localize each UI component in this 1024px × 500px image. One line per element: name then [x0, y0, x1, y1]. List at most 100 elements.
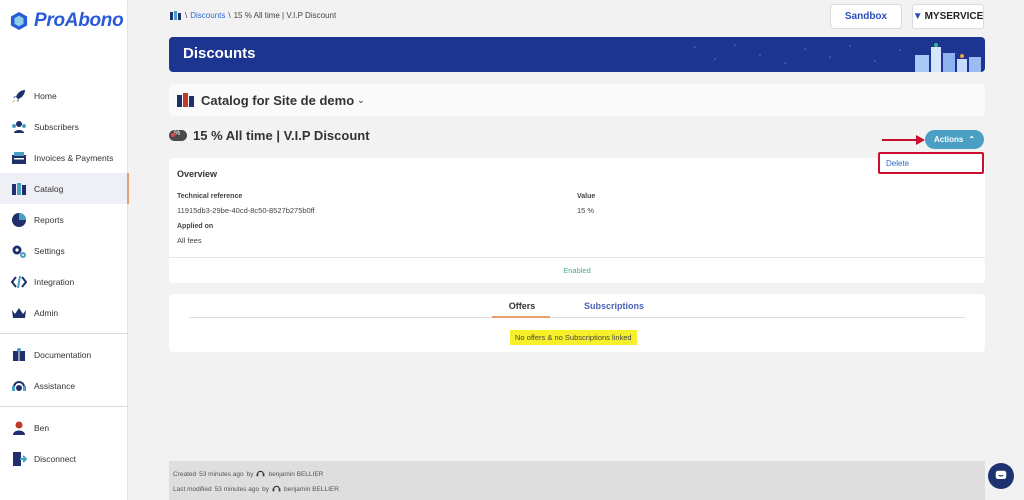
chat-button[interactable]: [988, 463, 1014, 489]
headset-icon: [256, 469, 265, 480]
breadcrumb-link-discounts[interactable]: Discounts: [190, 11, 225, 20]
service-switcher[interactable]: ▼ MYSERVICE: [912, 4, 984, 29]
overview-title: Overview: [177, 169, 218, 179]
logout-icon: [10, 450, 27, 467]
logo-icon: [10, 12, 28, 30]
actions-button[interactable]: Actions ⌃: [925, 130, 984, 149]
sidebar-item-label: Subscribers: [34, 121, 79, 132]
sidebar-item-reports[interactable]: Reports: [0, 204, 128, 235]
catalog-icon: [170, 11, 181, 20]
annotation-arrow: [882, 139, 920, 141]
headset-icon: [272, 484, 281, 495]
service-name: MYSERVICE: [924, 11, 984, 22]
created-info: Created 53 minutes ago by benjamin BELLI…: [173, 469, 323, 480]
page-banner: Discounts: [169, 37, 985, 72]
delete-menu-item[interactable]: Delete: [878, 152, 984, 174]
empty-state-message: No offers & no Subscriptions linked: [510, 330, 637, 345]
created-label: Created: [173, 471, 197, 478]
sidebar-item-settings[interactable]: Settings: [0, 235, 128, 266]
sidebar-item-disconnect[interactable]: Disconnect: [0, 443, 128, 474]
sidebar-item-label: Reports: [34, 214, 64, 225]
sandbox-button[interactable]: Sandbox: [830, 4, 902, 29]
created-author: benjamin BELLIER: [268, 471, 324, 478]
users-icon: [10, 118, 27, 135]
modified-author: benjamin BELLIER: [284, 486, 339, 493]
catalog-icon: [177, 93, 194, 107]
sidebar-item-label: Admin: [34, 307, 59, 318]
discount-tag-symbol: %: [174, 130, 181, 137]
sidebar-item-label: Invoices & Payments: [34, 152, 114, 163]
sidebar-item-admin[interactable]: Admin: [0, 297, 128, 328]
technical-reference-label: Technical reference: [177, 193, 243, 200]
discount-tag-icon: %: [169, 130, 187, 141]
sidebar-item-integration[interactable]: Integration: [0, 266, 128, 297]
created-time: 53 minutes ago: [199, 471, 244, 478]
sidebar-item-user[interactable]: Ben: [0, 412, 128, 443]
sidebar-item-assistance[interactable]: Assistance: [0, 370, 128, 401]
breadcrumb: \ Discounts \ 15 % All time | V.I.P Disc…: [170, 11, 336, 20]
invoices-icon: [10, 149, 27, 166]
overview-divider: [169, 257, 985, 258]
tab-offers[interactable]: Offers: [494, 301, 550, 311]
audit-footer: Created 53 minutes ago by benjamin BELLI…: [169, 461, 985, 500]
overview-card: Overview Technical reference 11915db3-29…: [169, 158, 985, 283]
discount-title: 15 % All time | V.I.P Discount: [193, 128, 370, 143]
app-logo[interactable]: ProAbono: [10, 10, 124, 32]
applied-on-value: All fees: [177, 236, 202, 245]
active-tab-indicator: [492, 316, 550, 318]
applied-on-label: Applied on: [177, 223, 214, 230]
page-title: Discounts: [183, 45, 256, 62]
modified-info: Last modified 53 minutes ago by benjamin…: [173, 484, 339, 495]
headset-icon: [10, 377, 27, 394]
sidebar-item-label: Home: [34, 90, 57, 101]
sidebar-item-label: Catalog: [34, 183, 64, 194]
sidebar-item-label: Assistance: [34, 380, 76, 391]
catalog-icon: [10, 180, 27, 197]
sidebar-item-documentation[interactable]: Documentation: [0, 339, 128, 370]
code-icon: [10, 273, 27, 290]
by-label: by: [262, 486, 269, 493]
chat-icon: [995, 470, 1007, 479]
sidebar-item-label: Integration: [34, 276, 75, 287]
breadcrumb-current: 15 % All time | V.I.P Discount: [233, 11, 337, 20]
user-icon: [10, 419, 27, 436]
catalog-selector[interactable]: Catalog for Site de demo ⌄: [169, 84, 985, 116]
modified-label: Last modified: [173, 486, 212, 493]
sidebar-item-label: Settings: [34, 245, 65, 256]
breadcrumb-separator: \: [228, 11, 231, 20]
banner-illustration-icon: [694, 43, 981, 72]
technical-reference-value: 11915db3-29be-40cd-8c50-8527b275b0ff: [177, 206, 315, 215]
discount-header: % 15 % All time | V.I.P Discount: [169, 128, 370, 143]
sidebar-divider: [0, 333, 128, 334]
chevron-down-icon: ⌄: [357, 94, 365, 105]
crown-icon: [10, 304, 27, 321]
actions-label: Actions: [933, 135, 964, 144]
discount-value: 15 %: [577, 206, 595, 215]
sidebar-item-catalog[interactable]: Catalog: [0, 173, 129, 204]
sidebar-item-label: Documentation: [34, 349, 92, 360]
links-card: Offers Subscriptions No offers & no Subs…: [169, 294, 985, 352]
sidebar-item-subscribers[interactable]: Subscribers: [0, 111, 128, 142]
annotation-arrow-head: [916, 135, 925, 145]
sidebar: ProAbono Home Subscribers Invoices & Pay…: [0, 0, 129, 500]
sidebar-item-invoices[interactable]: Invoices & Payments: [0, 142, 128, 173]
tabs-divider: [189, 317, 965, 318]
by-label: by: [246, 471, 254, 478]
sidebar-item-label: Disconnect: [34, 453, 77, 464]
sidebar-nav: Home Subscribers Invoices & Payments Cat…: [0, 80, 129, 474]
chevron-up-icon: ⌃: [968, 135, 976, 144]
catalog-title: Catalog for Site de demo: [201, 92, 355, 108]
book-icon: [10, 346, 27, 363]
sidebar-item-label: Ben: [34, 422, 50, 433]
value-label: Value: [577, 193, 596, 200]
myservice-logo-icon: ▼: [912, 11, 923, 22]
tab-subscriptions[interactable]: Subscriptions: [584, 301, 644, 311]
breadcrumb-separator: \: [185, 11, 188, 20]
sidebar-divider: [0, 406, 128, 407]
modified-time: 53 minutes ago: [214, 486, 260, 493]
app-name: ProAbono: [34, 10, 124, 31]
status-badge: Enabled: [563, 266, 591, 275]
sidebar-item-home[interactable]: Home: [0, 80, 128, 111]
rocket-icon: [10, 87, 27, 104]
pie-chart-icon: [10, 211, 27, 228]
